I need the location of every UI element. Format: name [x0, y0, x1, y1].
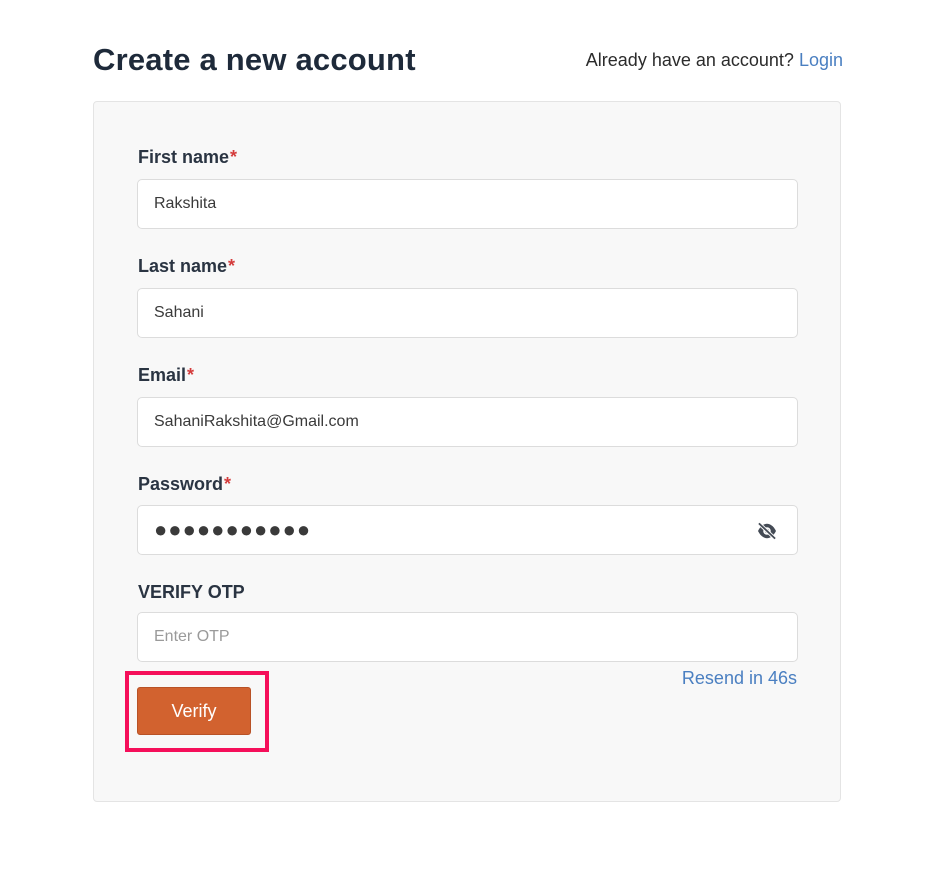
first-name-label-text: First name — [138, 147, 230, 167]
required-mark: * — [230, 147, 238, 167]
last-name-label-text: Last name — [138, 256, 228, 276]
required-mark: * — [187, 365, 195, 385]
eye-slash-icon — [757, 522, 777, 540]
email-label: Email* — [138, 365, 194, 386]
verify-button[interactable]: Verify — [137, 687, 251, 735]
verify-otp-label: VERIFY OTP — [138, 582, 245, 603]
login-prompt-text: Already have an account? — [585, 49, 794, 70]
password-visibility-toggle[interactable] — [754, 520, 780, 542]
first-name-label: First name* — [138, 147, 237, 168]
password-field[interactable] — [137, 505, 798, 555]
password-label: Password* — [138, 474, 231, 495]
signup-page: Create a new account Already have an acc… — [0, 0, 937, 886]
login-prompt: Already have an account? Login — [586, 50, 843, 71]
verify-otp-label-text: VERIFY OTP — [138, 582, 245, 602]
signup-form-card: First name* Last name* Email* Password* — [93, 101, 841, 802]
resend-otp-countdown[interactable]: Resend in 46s — [682, 668, 797, 689]
email-label-text: Email — [138, 365, 187, 385]
header: Create a new account Already have an acc… — [93, 38, 843, 82]
login-link[interactable]: Login — [799, 50, 843, 70]
required-mark: * — [224, 474, 232, 494]
email-field[interactable] — [137, 397, 798, 447]
required-mark: * — [228, 256, 236, 276]
last-name-label: Last name* — [138, 256, 235, 277]
password-label-text: Password — [138, 474, 224, 494]
otp-field[interactable] — [137, 612, 798, 662]
first-name-field[interactable] — [137, 179, 798, 229]
last-name-field[interactable] — [137, 288, 798, 338]
page-title: Create a new account — [93, 42, 416, 77]
